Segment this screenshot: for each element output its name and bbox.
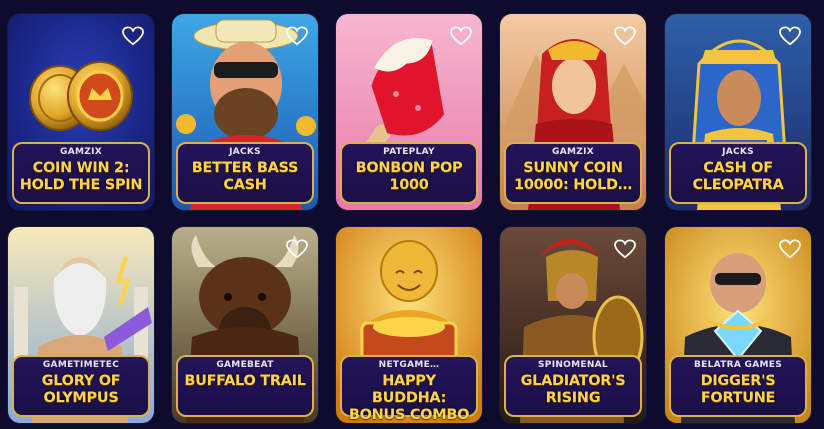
game-card-coin-win-2[interactable]: GAMZIX COIN WIN 2: HOLD THE SPIN [8,14,154,210]
game-provider: NETGAME… [378,360,440,370]
game-provider: GAMEBEAT [216,360,274,370]
favorite-heart-icon[interactable] [779,239,801,259]
game-card-better-bass-cash[interactable]: JACKS BETTER BASS CASH [172,14,318,210]
game-caption: PATEPLAY BONBON POP 1000 [340,142,478,204]
game-caption: GAMEBEAT BUFFALO TRAIL [176,355,314,417]
game-provider: PATEPLAY [383,147,435,157]
game-provider: GAMETIMETEC [42,360,120,370]
game-card-bonbon-pop-1000[interactable]: PATEPLAY BONBON POP 1000 [336,14,482,210]
game-title: DIGGER'S FORTUNE [700,373,776,406]
game-caption: JACKS BETTER BASS CASH [176,142,314,204]
game-title: GLORY OF OLYMPUS [41,373,121,406]
game-provider: JACKS [722,147,754,157]
game-provider: BELATRA GAMES [693,360,782,370]
game-title: GLADIATOR'S RISING [520,373,626,406]
favorite-heart-icon[interactable] [122,26,144,46]
game-caption: SPINOMENAL GLADIATOR'S RISING [504,355,642,417]
game-provider: GAMZIX [552,147,594,157]
game-provider: GAMZIX [60,147,102,157]
game-caption: BELATRA GAMES DIGGER'S FORTUNE [669,355,807,417]
game-title: BONBON POP 1000 [355,160,463,193]
game-caption: JACKS CASH OF CLEOPATRA [669,142,807,204]
game-caption: GAMETIMETEC GLORY OF OLYMPUS [12,355,150,417]
game-card-sunny-coin-10000[interactable]: GAMZIX SUNNY COIN 10000: HOLD… [500,14,646,210]
game-caption: NETGAME… HAPPY BUDDHA: BONUS COMBO [340,355,478,423]
favorite-heart-icon[interactable] [614,239,636,259]
favorite-heart-icon[interactable] [614,26,636,46]
game-card-glory-of-olympus[interactable]: GAMETIMETEC GLORY OF OLYMPUS [8,227,154,423]
game-title: HAPPY BUDDHA: BONUS COMBO [348,373,470,423]
favorite-heart-icon[interactable] [450,26,472,46]
game-provider: SPINOMENAL [538,360,608,370]
game-card-happy-buddha-bonus-combo[interactable]: NETGAME… HAPPY BUDDHA: BONUS COMBO [336,227,482,423]
game-provider: JACKS [229,147,261,157]
game-card-buffalo-trail[interactable]: GAMEBEAT BUFFALO TRAIL [172,227,318,423]
game-card-diggers-fortune[interactable]: BELATRA GAMES DIGGER'S FORTUNE [665,227,811,423]
game-title: BETTER BASS CASH [191,160,299,193]
favorite-heart-icon[interactable] [286,239,308,259]
game-caption: GAMZIX COIN WIN 2: HOLD THE SPIN [12,142,150,204]
game-caption: GAMZIX SUNNY COIN 10000: HOLD… [504,142,642,204]
favorite-heart-icon[interactable] [779,26,801,46]
game-title: COIN WIN 2: HOLD THE SPIN [19,160,143,193]
game-title: BUFFALO TRAIL [184,373,306,389]
favorite-heart-icon[interactable] [286,26,308,46]
game-card-gladiators-rising[interactable]: SPINOMENAL GLADIATOR'S RISING [500,227,646,423]
game-grid: GAMZIX COIN WIN 2: HOLD THE SPIN JACKS B… [0,0,824,429]
game-card-cash-of-cleopatra[interactable]: JACKS CASH OF CLEOPATRA [665,14,811,210]
game-title: CASH OF CLEOPATRA [692,160,784,193]
game-title: SUNNY COIN 10000: HOLD… [514,160,632,193]
